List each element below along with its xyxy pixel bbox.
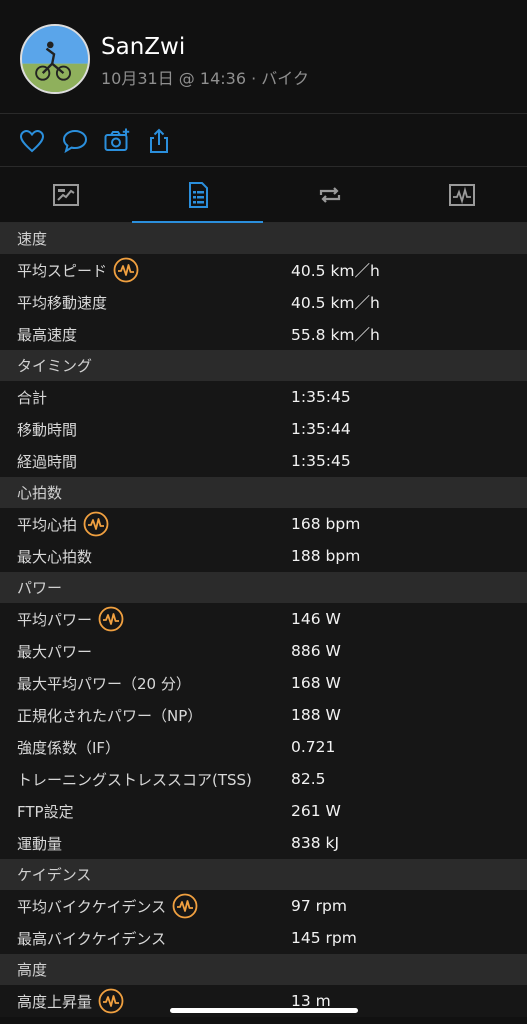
tab-charts[interactable]: [396, 167, 527, 222]
share-button[interactable]: [145, 127, 173, 155]
stat-row-avg-cadence[interactable]: 平均バイクケイデンス 97 rpm: [0, 890, 527, 922]
avatar[interactable]: [20, 24, 90, 94]
cyclist-photo-icon: [22, 26, 88, 92]
stat-label: 高度上昇量: [17, 992, 93, 1011]
stat-value: 40.5 km／h: [291, 294, 380, 312]
chart-badge-icon[interactable]: [98, 988, 124, 1014]
activity-meta: 10月31日 @ 14:36 · バイク: [101, 69, 309, 88]
stat-label: 平均移動速度: [17, 293, 108, 312]
stat-label: 正規化されたパワー（NP）: [17, 706, 203, 725]
like-button[interactable]: [18, 127, 46, 155]
stat-value: 55.8 km／h: [291, 326, 380, 344]
stat-value: 261 W: [291, 802, 341, 820]
stat-label: 運動量: [17, 834, 63, 853]
section-elevation: 高度: [0, 954, 527, 985]
stat-row-tss: トレーニングストレススコア(TSS) 82.5: [0, 763, 527, 795]
stat-value: 168 bpm: [291, 515, 361, 533]
stat-value: 82.5: [291, 770, 326, 788]
stat-row-np: 正規化されたパワー（NP） 188 W: [0, 699, 527, 731]
home-indicator[interactable]: [170, 1008, 358, 1013]
chart-badge-icon[interactable]: [113, 257, 139, 283]
laps-icon: [319, 186, 340, 203]
stat-value: 1:35:45: [291, 452, 351, 470]
stat-label: 移動時間: [17, 420, 78, 439]
stat-row-total-time: 合計 1:35:45: [0, 381, 527, 413]
stat-value: 886 W: [291, 642, 341, 660]
section-power: パワー: [0, 572, 527, 603]
stat-value: 40.5 km／h: [291, 262, 380, 280]
stat-row-max-power: 最大パワー 886 W: [0, 635, 527, 667]
stats-list: 速度 平均スピード 40.5 km／h 平均移動速度 40.5 km／h 最高速…: [0, 223, 527, 1017]
stat-value: 97 rpm: [291, 897, 347, 915]
stat-value: 188 bpm: [291, 547, 361, 565]
add-photo-icon: [104, 128, 130, 151]
chart-icon: [448, 183, 475, 206]
chart-badge-icon[interactable]: [83, 511, 109, 537]
chart-badge-icon[interactable]: [98, 606, 124, 632]
stat-label: FTP設定: [17, 802, 74, 821]
stat-row-avg-moving-speed: 平均移動速度 40.5 km／h: [0, 286, 527, 318]
stat-row-avg-speed[interactable]: 平均スピード 40.5 km／h: [0, 254, 527, 286]
stat-label: 最大パワー: [17, 642, 93, 661]
action-bar: [0, 114, 527, 167]
section-timing: タイミング: [0, 350, 527, 381]
stat-label: 最大心拍数: [17, 547, 93, 566]
stat-row-moving-time: 移動時間 1:35:44: [0, 413, 527, 445]
user-name[interactable]: SanZwi: [101, 34, 185, 60]
stat-label: 最高速度: [17, 325, 78, 344]
stat-row-if: 強度係数（IF） 0.721: [0, 731, 527, 763]
stat-label: トレーニングストレススコア(TSS): [17, 770, 252, 789]
stat-label: 平均スピード: [17, 261, 108, 280]
heart-icon: [19, 129, 45, 153]
stat-row-max-20min-power: 最大平均パワー（20 分） 168 W: [0, 667, 527, 699]
overview-icon: [52, 183, 79, 206]
chart-badge-icon[interactable]: [172, 893, 198, 919]
stat-row-ftp: FTP設定 261 W: [0, 795, 527, 827]
stat-label: 合計: [17, 388, 48, 407]
comment-button[interactable]: [61, 127, 89, 155]
stat-label: 平均パワー: [17, 610, 93, 629]
stat-label: 平均バイクケイデンス: [17, 897, 167, 916]
stat-label: 強度係数（IF）: [17, 738, 121, 757]
comment-icon: [62, 129, 88, 154]
stat-row-avg-hr[interactable]: 平均心拍 168 bpm: [0, 508, 527, 540]
stat-label: 平均心拍: [17, 515, 78, 534]
stat-row-max-speed: 最高速度 55.8 km／h: [0, 318, 527, 350]
section-speed: 速度: [0, 223, 527, 254]
stat-row-max-hr: 最大心拍数 188 bpm: [0, 540, 527, 572]
stat-label: 経過時間: [17, 452, 78, 471]
stat-value: 188 W: [291, 706, 341, 724]
stat-row-avg-power[interactable]: 平均パワー 146 W: [0, 603, 527, 635]
stat-value: 1:35:44: [291, 420, 351, 438]
stat-label: 最高バイクケイデンス: [17, 929, 167, 948]
stats-icon: [188, 181, 208, 208]
tab-laps[interactable]: [264, 167, 395, 222]
tab-overview[interactable]: [0, 167, 131, 222]
activity-header: SanZwi 10月31日 @ 14:36 · バイク: [0, 0, 527, 114]
tab-stats[interactable]: [132, 167, 263, 223]
stat-value: 1:35:45: [291, 388, 351, 406]
stat-row-work: 運動量 838 kJ: [0, 827, 527, 859]
tab-bar: [0, 167, 527, 223]
stat-row-elapsed-time: 経過時間 1:35:45: [0, 445, 527, 477]
section-cadence: ケイデンス: [0, 859, 527, 890]
share-icon: [150, 128, 168, 153]
stat-value: 168 W: [291, 674, 341, 692]
stat-value: 146 W: [291, 610, 341, 628]
add-photo-button[interactable]: [103, 127, 131, 155]
stat-label: 最大平均パワー（20 分）: [17, 674, 191, 693]
stat-row-max-cadence: 最高バイクケイデンス 145 rpm: [0, 922, 527, 954]
stat-value: 145 rpm: [291, 929, 357, 947]
section-heart-rate: 心拍数: [0, 477, 527, 508]
stat-value: 0.721: [291, 738, 336, 756]
stat-value: 838 kJ: [291, 834, 340, 852]
